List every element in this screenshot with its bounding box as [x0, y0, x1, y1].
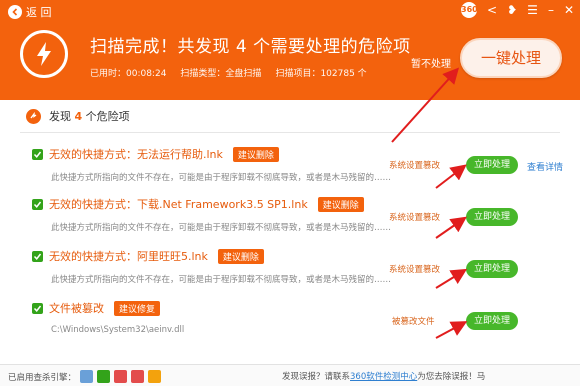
back-arrow-icon	[8, 5, 22, 19]
cloud-engine-icon[interactable]	[80, 370, 94, 383]
scan-title: 扫描完成！共发现 4 个需要处理的危险项	[90, 37, 411, 57]
feedback-post: 为您去除误报！马	[417, 372, 486, 382]
fix-now-button[interactable]: 立即处理	[466, 312, 518, 330]
item-title: 无效的快捷方式：阿里旺旺5.lnk	[49, 250, 208, 263]
back-label: 返 回	[26, 6, 52, 19]
engines: 已启用查杀引擎：	[8, 370, 162, 383]
bolt-icon	[20, 30, 68, 78]
ignore-link[interactable]: 暂不处理	[411, 55, 451, 70]
item-description: 此快捷方式所指向的文件不存在，可能是由于程序卸载不彻底导致，或者是木马残留的……	[51, 173, 392, 183]
item-description: 此快捷方式所指向的文件不存在，可能是由于程序卸载不彻底导致，或者是木马残留的……	[51, 223, 392, 233]
feedback-link[interactable]: 360软件检测中心	[350, 372, 417, 382]
engines-label: 已启用查杀引擎：	[8, 372, 77, 383]
item-checkbox[interactable]	[32, 198, 43, 210]
item-title: 无效的快捷方式：无法运行帮助.lnk	[49, 148, 223, 161]
found-suffix: 个危险项	[85, 110, 130, 123]
item-title: 文件被篡改	[49, 302, 104, 315]
item-checkbox[interactable]	[32, 302, 43, 314]
elapsed-time: 已用时：00:08:24	[90, 69, 167, 79]
item-tag[interactable]: 建议修复	[114, 300, 161, 316]
item-title: 无效的快捷方式：下载.Net Framework3.5 SP1.lnk	[49, 198, 308, 211]
scan-items: 扫描项目：102785 个	[275, 69, 367, 79]
qvm-engine-icon[interactable]	[97, 370, 111, 383]
alert-icon	[26, 108, 41, 124]
feedback-text: 发现误报？请联系360软件检测中心为您去除误报！马	[282, 370, 485, 382]
back-button[interactable]: 返 回	[8, 4, 52, 20]
found-count: 4	[74, 110, 83, 123]
fix-all-button[interactable]: 一键处理	[460, 38, 562, 78]
item-description: C:\Windows\System32\aeinv.dll	[51, 325, 185, 335]
item-tag[interactable]: 建议删除	[317, 196, 364, 212]
system-repair-engine-icon[interactable]	[114, 370, 128, 383]
minimize-icon[interactable]: –	[548, 2, 554, 18]
footer-bar: 已启用查杀引擎： 发现误报？请联系360软件检测中心为您去除误报！马	[0, 364, 580, 386]
arrow-item-1	[435, 164, 467, 189]
shirt-icon[interactable]: ❥	[507, 2, 517, 18]
fix-now-button[interactable]: 立即处理	[466, 208, 518, 226]
brand-badge[interactable]: 360	[461, 2, 478, 18]
list-item: 无效的快捷方式：无法运行帮助.lnk 建议删除 此快捷方式所指向的文件不存在，可…	[32, 146, 392, 183]
item-category: 系统设置篡改	[389, 265, 441, 275]
view-details-link[interactable]: 查看详情	[527, 160, 563, 173]
item-description: 此快捷方式所指向的文件不存在，可能是由于程序卸载不彻底导致，或者是木马残留的……	[51, 275, 392, 285]
fix-now-button[interactable]: 立即处理	[466, 260, 518, 278]
scan-info: 已用时：00:08:24 扫描类型：全盘扫描 扫描项目：102785 个	[90, 66, 367, 79]
close-icon[interactable]: ✕	[564, 2, 574, 18]
item-category: 系统设置篡改	[389, 213, 441, 223]
arrow-item-4	[435, 321, 468, 339]
feedback-pre: 发现误报？请联系	[282, 372, 351, 382]
divider	[20, 132, 560, 133]
fix-now-button[interactable]: 立即处理	[466, 156, 518, 174]
found-prefix: 发现	[49, 110, 71, 123]
scan-result-header: 返 回 360 < ❥ ☰ – ✕ 扫描完成！共发现 4 个需要处理的危险项 已…	[0, 0, 580, 100]
avira-engine-icon[interactable]	[131, 370, 145, 383]
item-checkbox[interactable]	[32, 148, 43, 160]
list-item: 无效的快捷方式：下载.Net Framework3.5 SP1.lnk 建议删除…	[32, 196, 392, 233]
share-icon[interactable]: <	[487, 2, 497, 18]
item-category: 被篡改文件	[392, 317, 435, 327]
item-checkbox[interactable]	[32, 250, 43, 262]
window-controls: 360 < ❥ ☰ – ✕	[461, 2, 574, 18]
scan-type: 扫描类型：全盘扫描	[180, 69, 262, 79]
menu-icon[interactable]: ☰	[527, 2, 538, 18]
bitdefender-engine-icon[interactable]	[148, 370, 162, 383]
list-item: 无效的快捷方式：阿里旺旺5.lnk 建议删除 此快捷方式所指向的文件不存在，可能…	[32, 248, 392, 285]
item-tag[interactable]: 建议删除	[217, 248, 264, 264]
found-summary: 发现 4 个危险项	[26, 108, 130, 124]
item-category: 系统设置篡改	[389, 161, 441, 171]
list-item: 文件被篡改 建议修复 C:\Windows\System32\aeinv.dll	[32, 300, 372, 335]
item-tag[interactable]: 建议删除	[232, 146, 279, 162]
